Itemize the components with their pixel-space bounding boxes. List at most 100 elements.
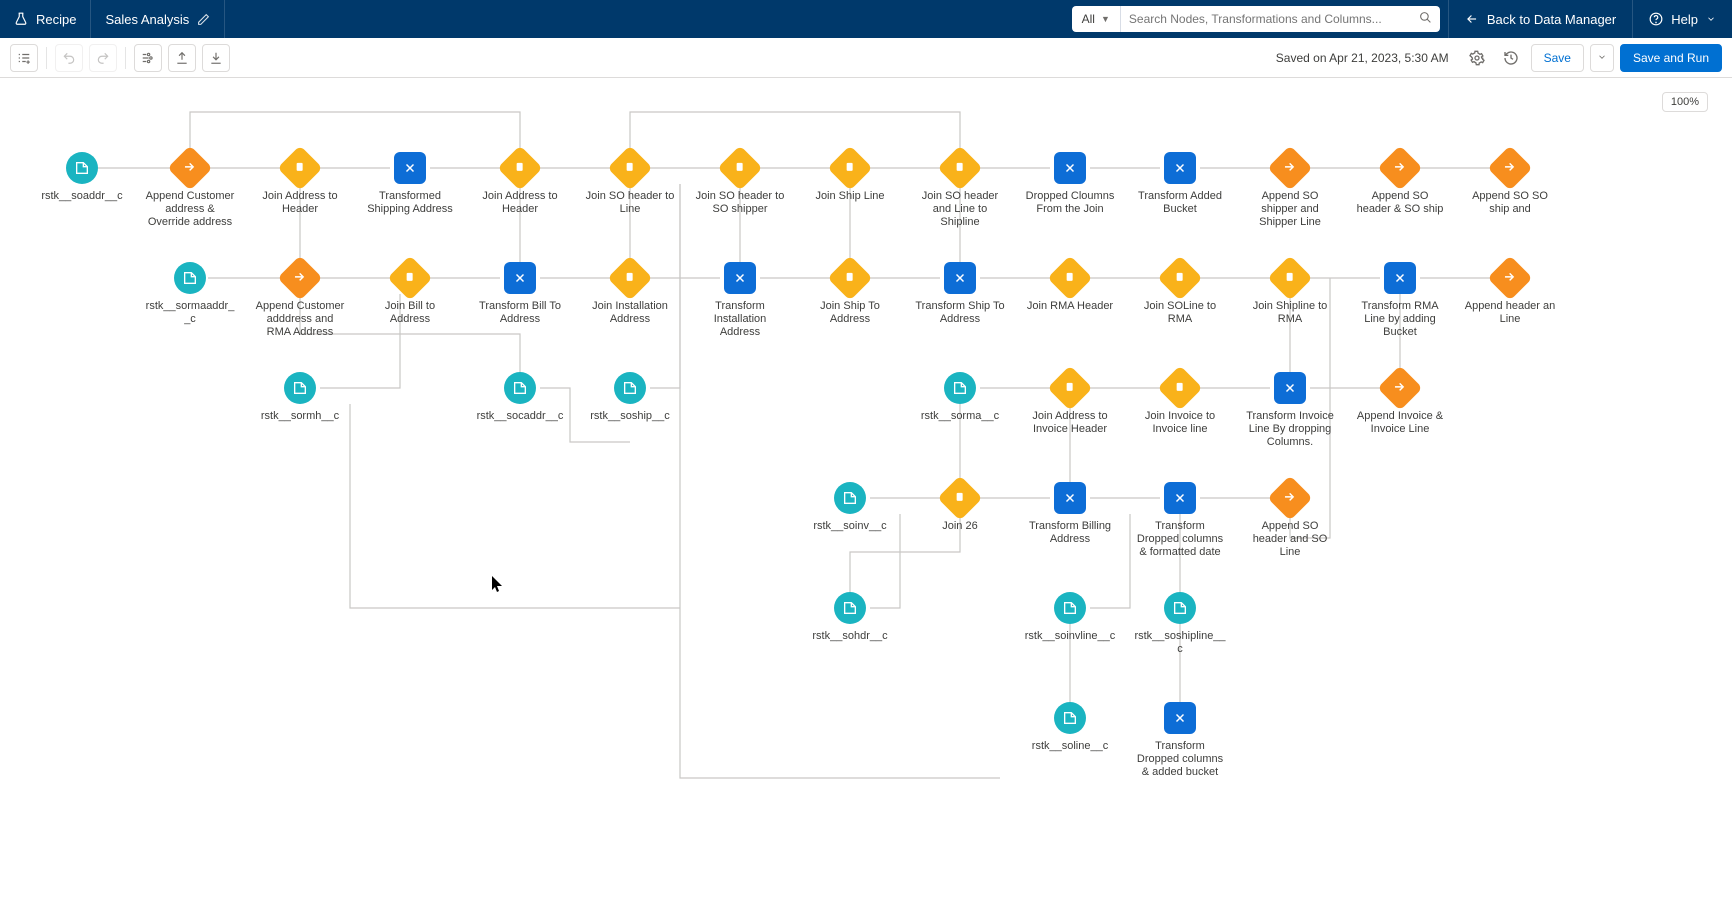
node-label: Transform Billing Address bbox=[1024, 520, 1116, 546]
recipe-canvas[interactable]: 100% rstk__soa bbox=[0, 78, 1732, 907]
node-append-inv-line[interactable]: Append Invoice & Invoice Line bbox=[1354, 372, 1446, 436]
transform-icon bbox=[1054, 152, 1086, 184]
node-join-sohdr-line[interactable]: Join SO header to Line bbox=[584, 152, 676, 216]
node-xform-added-bucket[interactable]: Transform Added Bucket bbox=[1134, 152, 1226, 216]
undo-button[interactable] bbox=[55, 44, 83, 72]
edit-icon[interactable] bbox=[197, 13, 210, 26]
gear-icon bbox=[1469, 50, 1485, 66]
flask-icon bbox=[14, 12, 28, 26]
node-append-cust-rma[interactable]: Append Customer adddress and RMA Address bbox=[254, 262, 346, 339]
node-label: rstk__soline__c bbox=[1024, 740, 1116, 753]
settings-button[interactable] bbox=[1463, 44, 1491, 72]
node-append-so-ship-cut[interactable]: Append SO SO ship and bbox=[1464, 152, 1556, 216]
search-scope-dropdown[interactable]: All ▼ bbox=[1072, 6, 1121, 32]
node-label: Append Customer address & Override addre… bbox=[144, 190, 236, 229]
node-label: rstk__soshipline__c bbox=[1134, 630, 1226, 656]
join-icon bbox=[937, 475, 982, 520]
node-xform-billing-addr[interactable]: Transform Billing Address bbox=[1024, 482, 1116, 546]
help-link[interactable]: Help bbox=[1633, 0, 1732, 38]
history-button[interactable] bbox=[1497, 44, 1525, 72]
node-xform-invoice-drop[interactable]: Transform Invoice Line By dropping Colum… bbox=[1244, 372, 1336, 449]
join-icon bbox=[497, 145, 542, 190]
join-icon bbox=[1047, 365, 1092, 410]
node-input-sohdr[interactable]: rstk__sohdr__c bbox=[804, 592, 896, 643]
node-label: Dropped Cloumns From the Join bbox=[1024, 190, 1116, 216]
node-xform-install-addr[interactable]: Transform Installation Address bbox=[694, 262, 786, 339]
transform-icon bbox=[1164, 702, 1196, 734]
zoom-indicator[interactable]: 100% bbox=[1662, 92, 1708, 112]
node-xform-rma-line[interactable]: Transform RMA Line by adding Bucket bbox=[1354, 262, 1446, 339]
node-input-soline[interactable]: rstk__soline__c bbox=[1024, 702, 1116, 753]
node-drop-columns[interactable]: Dropped Cloumns From the Join bbox=[1024, 152, 1116, 216]
save-dropdown-button[interactable] bbox=[1590, 44, 1614, 72]
node-append-customer[interactable]: Append Customer address & Override addre… bbox=[144, 152, 236, 229]
node-input-soship[interactable]: rstk__soship__c bbox=[584, 372, 676, 423]
node-xform-shipto[interactable]: Transform Ship To Address bbox=[914, 262, 1006, 326]
node-join-shipto[interactable]: Join Ship To Address bbox=[804, 262, 896, 326]
add-node-button[interactable] bbox=[10, 44, 38, 72]
node-label: Append SO shipper and Shipper Line bbox=[1244, 190, 1336, 229]
node-input-sorma[interactable]: rstk__sorma__c bbox=[914, 372, 1006, 423]
node-join-rma-hdr[interactable]: Join RMA Header bbox=[1024, 262, 1116, 313]
search-input[interactable] bbox=[1121, 6, 1411, 32]
node-join-shipline-rma[interactable]: Join Shipline to RMA bbox=[1244, 262, 1336, 326]
node-join-inv-invline[interactable]: Join Invoice to Invoice line bbox=[1134, 372, 1226, 436]
node-append-hdr-line-cut[interactable]: Append header an Line bbox=[1464, 262, 1556, 326]
node-join-shipline-1[interactable]: Join Ship Line bbox=[804, 152, 896, 203]
node-join-sohdr-shipline2[interactable]: Join SO header and Line to Shipline bbox=[914, 152, 1006, 229]
transform-icon bbox=[1054, 482, 1086, 514]
join-icon bbox=[1047, 255, 1092, 300]
node-xform-bill-addr[interactable]: Transform Bill To Address bbox=[474, 262, 566, 326]
layout-icon bbox=[141, 51, 155, 65]
transform-icon bbox=[504, 262, 536, 294]
node-input-soshipline[interactable]: rstk__soshipline__c bbox=[1134, 592, 1226, 656]
search-icon[interactable] bbox=[1411, 11, 1440, 27]
save-button[interactable]: Save bbox=[1531, 44, 1584, 72]
node-input-soinv[interactable]: rstk__soinv__c bbox=[804, 482, 896, 533]
back-link[interactable]: Back to Data Manager bbox=[1449, 0, 1632, 38]
upload-button[interactable] bbox=[168, 44, 196, 72]
canvas-fade bbox=[1714, 78, 1732, 907]
layout-button[interactable] bbox=[134, 44, 162, 72]
node-label: Join Shipline to RMA bbox=[1244, 300, 1336, 326]
search-scope-label: All bbox=[1082, 12, 1095, 26]
node-label: Join Ship Line bbox=[804, 190, 896, 203]
redo-button[interactable] bbox=[89, 44, 117, 72]
join-icon bbox=[1267, 255, 1312, 300]
node-label: Append SO header & SO ship bbox=[1354, 190, 1446, 216]
toolbar-sep-2 bbox=[125, 47, 126, 69]
node-join-26[interactable]: Join 26 bbox=[914, 482, 1006, 533]
recipe-title-seg[interactable]: Sales Analysis bbox=[91, 0, 225, 38]
save-and-run-button[interactable]: Save and Run bbox=[1620, 44, 1722, 72]
node-join-addr-hdr2[interactable]: Join Address to Header bbox=[474, 152, 566, 216]
download-button[interactable] bbox=[202, 44, 230, 72]
node-label: Transform Invoice Line By dropping Colum… bbox=[1244, 410, 1336, 449]
node-append-so-shipper[interactable]: Append SO shipper and Shipper Line bbox=[1244, 152, 1336, 229]
input-icon bbox=[944, 372, 976, 404]
node-input-sormh[interactable]: rstk__sormh__c bbox=[254, 372, 346, 423]
node-join-addr-inv-hdr[interactable]: Join Address to Invoice Header bbox=[1024, 372, 1116, 436]
node-input-sormaaddr[interactable]: rstk__sormaaddr__c bbox=[144, 262, 236, 326]
append-icon bbox=[1487, 255, 1532, 300]
node-join-soline-rma[interactable]: Join SOLine to RMA bbox=[1134, 262, 1226, 326]
join-icon bbox=[937, 145, 982, 190]
recipe-tab[interactable]: Recipe bbox=[0, 0, 91, 38]
chevron-down-icon bbox=[1706, 14, 1716, 24]
node-label: Transform Added Bucket bbox=[1134, 190, 1226, 216]
node-append-so-hdr[interactable]: Append SO header & SO ship bbox=[1354, 152, 1446, 216]
node-xform-drop-date[interactable]: Transform Dropped columns & formatted da… bbox=[1134, 482, 1226, 559]
node-append-sohdr-soline[interactable]: Append SO header and SO Line bbox=[1244, 482, 1336, 559]
node-join-sohdr-shipper[interactable]: Join SO header to SO shipper bbox=[694, 152, 786, 216]
node-input-soaddr[interactable]: rstk__soaddr__c bbox=[36, 152, 128, 203]
node-join-addr-hdr[interactable]: Join Address to Header bbox=[254, 152, 346, 216]
append-icon bbox=[277, 255, 322, 300]
node-join-bill-addr[interactable]: Join Bill to Address bbox=[364, 262, 456, 326]
download-icon bbox=[209, 51, 223, 65]
node-xform-drop-bucket[interactable]: Transform Dropped columns & added bucket bbox=[1134, 702, 1226, 779]
node-xform-ship-addr[interactable]: Transformed Shipping Address bbox=[364, 152, 456, 216]
node-join-install-addr[interactable]: Join Installation Address bbox=[584, 262, 676, 326]
node-input-socaddr[interactable]: rstk__socaddr__c bbox=[474, 372, 566, 423]
input-icon bbox=[66, 152, 98, 184]
node-label: rstk__soinvline__c bbox=[1024, 630, 1116, 643]
node-input-soinvline[interactable]: rstk__soinvline__c bbox=[1024, 592, 1116, 643]
